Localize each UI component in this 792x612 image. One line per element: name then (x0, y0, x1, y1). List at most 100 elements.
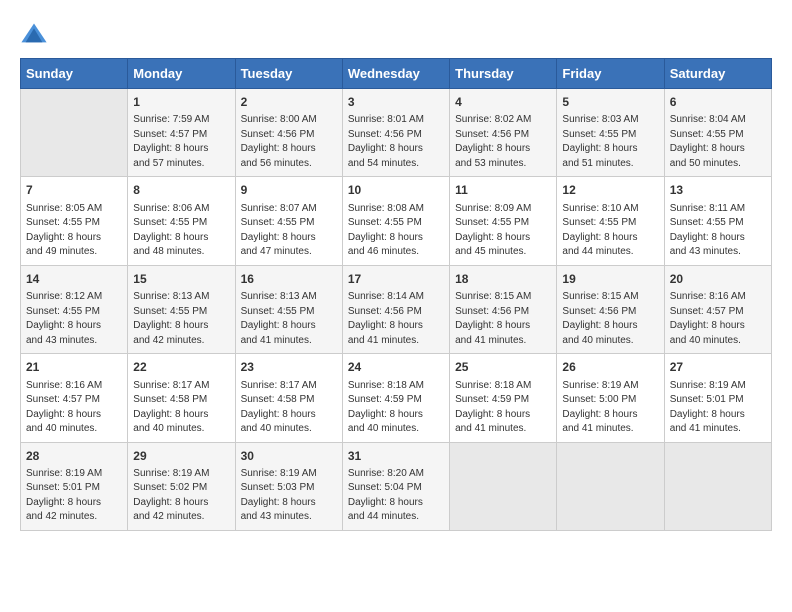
calendar-week-1: 1 Sunrise: 7:59 AM Sunset: 4:57 PM Daylig… (21, 89, 772, 177)
day-number: 3 (348, 94, 444, 111)
day-number: 14 (26, 271, 122, 288)
header-day-wednesday: Wednesday (342, 59, 449, 89)
day-number: 21 (26, 359, 122, 376)
day-number: 8 (133, 182, 229, 199)
calendar-cell: 27 Sunrise: 8:19 AM Sunset: 5:01 PM Dayli… (664, 354, 771, 442)
day-info: Sunrise: 8:18 AM Sunset: 4:59 PM Dayligh… (348, 379, 444, 437)
day-info: Sunrise: 8:16 AM Sunset: 4:57 PM Dayligh… (670, 290, 766, 348)
day-info: Sunrise: 8:11 AM Sunset: 4:55 PM Dayligh… (670, 202, 766, 260)
day-number: 22 (133, 359, 229, 376)
day-info: Sunrise: 8:02 AM Sunset: 4:56 PM Dayligh… (455, 113, 551, 171)
calendar-cell: 20Sunrise: 8:16 AM Sunset: 4:57 PM Dayli… (664, 265, 771, 353)
day-number: 16 (241, 271, 337, 288)
day-number: 28 (26, 448, 122, 465)
day-info: Sunrise: 7:59 AM Sunset: 4:57 PM Dayligh… (133, 113, 229, 171)
day-info: Sunrise: 8:10 AM Sunset: 4:55 PM Dayligh… (562, 202, 658, 260)
header-day-saturday: Saturday (664, 59, 771, 89)
day-info: Sunrise: 8:17 AM Sunset: 4:58 PM Dayligh… (133, 379, 229, 437)
day-number: 17 (348, 271, 444, 288)
calendar-cell: 15 Sunrise: 8:13 AM Sunset: 4:55 PM Dayli… (128, 265, 235, 353)
calendar-header: SundayMondayTuesdayWednesdayThursdayFrid… (21, 59, 772, 89)
calendar-cell: 19 Sunrise: 8:15 AM Sunset: 4:56 PM Dayli… (557, 265, 664, 353)
page-header (20, 20, 772, 48)
calendar-cell: 6 Sunrise: 8:04 AM Sunset: 4:55 PM Daylig… (664, 89, 771, 177)
calendar-cell (664, 442, 771, 530)
calendar-cell: 31Sunrise: 8:20 AM Sunset: 5:04 PM Dayli… (342, 442, 449, 530)
day-info: Sunrise: 8:04 AM Sunset: 4:55 PM Dayligh… (670, 113, 766, 171)
logo (20, 20, 52, 48)
calendar-cell: 30 Sunrise: 8:19 AM Sunset: 5:03 PM Dayli… (235, 442, 342, 530)
day-number: 24 (348, 359, 444, 376)
header-day-tuesday: Tuesday (235, 59, 342, 89)
day-number: 30 (241, 448, 337, 465)
calendar-cell: 21 Sunrise: 8:16 AM Sunset: 4:57 PM Dayli… (21, 354, 128, 442)
calendar-week-5: 28Sunrise: 8:19 AM Sunset: 5:01 PM Dayli… (21, 442, 772, 530)
calendar-cell (450, 442, 557, 530)
day-info: Sunrise: 8:14 AM Sunset: 4:56 PM Dayligh… (348, 290, 444, 348)
calendar-cell: 16 Sunrise: 8:13 AM Sunset: 4:55 PM Dayli… (235, 265, 342, 353)
day-info: Sunrise: 8:19 AM Sunset: 5:03 PM Dayligh… (241, 467, 337, 525)
day-info: Sunrise: 8:19 AM Sunset: 5:00 PM Dayligh… (562, 379, 658, 437)
calendar-cell: 2Sunrise: 8:00 AM Sunset: 4:56 PM Daylig… (235, 89, 342, 177)
calendar-cell: 26 Sunrise: 8:19 AM Sunset: 5:00 PM Dayli… (557, 354, 664, 442)
day-number: 11 (455, 182, 551, 199)
calendar-cell (21, 89, 128, 177)
day-number: 29 (133, 448, 229, 465)
day-info: Sunrise: 8:13 AM Sunset: 4:55 PM Dayligh… (241, 290, 337, 348)
day-info: Sunrise: 8:07 AM Sunset: 4:55 PM Dayligh… (241, 202, 337, 260)
day-number: 10 (348, 182, 444, 199)
day-info: Sunrise: 8:06 AM Sunset: 4:55 PM Dayligh… (133, 202, 229, 260)
calendar-cell: 14 Sunrise: 8:12 AM Sunset: 4:55 PM Dayli… (21, 265, 128, 353)
day-number: 27 (670, 359, 766, 376)
header-day-thursday: Thursday (450, 59, 557, 89)
calendar-cell: 24 Sunrise: 8:18 AM Sunset: 4:59 PM Dayli… (342, 354, 449, 442)
calendar-week-4: 21 Sunrise: 8:16 AM Sunset: 4:57 PM Dayli… (21, 354, 772, 442)
calendar-body: 1 Sunrise: 7:59 AM Sunset: 4:57 PM Daylig… (21, 89, 772, 531)
day-number: 5 (562, 94, 658, 111)
day-info: Sunrise: 8:09 AM Sunset: 4:55 PM Dayligh… (455, 202, 551, 260)
day-info: Sunrise: 8:05 AM Sunset: 4:55 PM Dayligh… (26, 202, 122, 260)
calendar-cell: 10 Sunrise: 8:08 AM Sunset: 4:55 PM Dayli… (342, 177, 449, 265)
calendar-cell: 8 Sunrise: 8:06 AM Sunset: 4:55 PM Daylig… (128, 177, 235, 265)
day-number: 1 (133, 94, 229, 111)
day-info: Sunrise: 8:08 AM Sunset: 4:55 PM Dayligh… (348, 202, 444, 260)
day-number: 6 (670, 94, 766, 111)
calendar-cell: 5 Sunrise: 8:03 AM Sunset: 4:55 PM Daylig… (557, 89, 664, 177)
day-info: Sunrise: 8:18 AM Sunset: 4:59 PM Dayligh… (455, 379, 551, 437)
day-number: 12 (562, 182, 658, 199)
calendar-cell: 13 Sunrise: 8:11 AM Sunset: 4:55 PM Dayli… (664, 177, 771, 265)
day-number: 23 (241, 359, 337, 376)
day-info: Sunrise: 8:12 AM Sunset: 4:55 PM Dayligh… (26, 290, 122, 348)
day-number: 25 (455, 359, 551, 376)
header-row: SundayMondayTuesdayWednesdayThursdayFrid… (21, 59, 772, 89)
calendar-cell: 25 Sunrise: 8:18 AM Sunset: 4:59 PM Dayli… (450, 354, 557, 442)
calendar-table: SundayMondayTuesdayWednesdayThursdayFrid… (20, 58, 772, 531)
day-number: 26 (562, 359, 658, 376)
day-info: Sunrise: 8:03 AM Sunset: 4:55 PM Dayligh… (562, 113, 658, 171)
day-info: Sunrise: 8:17 AM Sunset: 4:58 PM Dayligh… (241, 379, 337, 437)
day-number: 19 (562, 271, 658, 288)
calendar-cell: 4 Sunrise: 8:02 AM Sunset: 4:56 PM Daylig… (450, 89, 557, 177)
calendar-cell: 1 Sunrise: 7:59 AM Sunset: 4:57 PM Daylig… (128, 89, 235, 177)
day-number: 9 (241, 182, 337, 199)
day-number: 15 (133, 271, 229, 288)
calendar-cell: 7 Sunrise: 8:05 AM Sunset: 4:55 PM Daylig… (21, 177, 128, 265)
calendar-week-3: 14 Sunrise: 8:12 AM Sunset: 4:55 PM Dayli… (21, 265, 772, 353)
day-number: 13 (670, 182, 766, 199)
calendar-cell: 17 Sunrise: 8:14 AM Sunset: 4:56 PM Dayli… (342, 265, 449, 353)
calendar-cell: 22 Sunrise: 8:17 AM Sunset: 4:58 PM Dayli… (128, 354, 235, 442)
day-info: Sunrise: 8:13 AM Sunset: 4:55 PM Dayligh… (133, 290, 229, 348)
day-number: 31 (348, 448, 444, 465)
header-day-sunday: Sunday (21, 59, 128, 89)
logo-icon (20, 20, 48, 48)
calendar-cell (557, 442, 664, 530)
day-info: Sunrise: 8:16 AM Sunset: 4:57 PM Dayligh… (26, 379, 122, 437)
calendar-cell: 23 Sunrise: 8:17 AM Sunset: 4:58 PM Dayli… (235, 354, 342, 442)
calendar-week-2: 7 Sunrise: 8:05 AM Sunset: 4:55 PM Daylig… (21, 177, 772, 265)
day-info: Sunrise: 8:19 AM Sunset: 5:01 PM Dayligh… (670, 379, 766, 437)
day-number: 4 (455, 94, 551, 111)
calendar-cell: 12 Sunrise: 8:10 AM Sunset: 4:55 PM Dayli… (557, 177, 664, 265)
day-number: 7 (26, 182, 122, 199)
day-info: Sunrise: 8:15 AM Sunset: 4:56 PM Dayligh… (562, 290, 658, 348)
calendar-cell: 3Sunrise: 8:01 AM Sunset: 4:56 PM Daylig… (342, 89, 449, 177)
